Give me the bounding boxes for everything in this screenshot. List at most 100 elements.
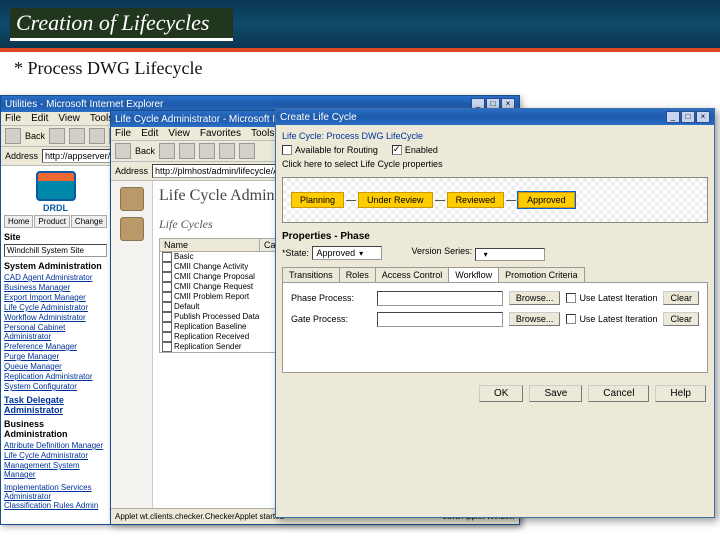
- stage-canvas[interactable]: Planning Under Review Reviewed Approved: [282, 177, 708, 223]
- row-checkbox[interactable]: [162, 312, 172, 322]
- state-dropdown[interactable]: Approved: [312, 246, 382, 260]
- sidebar-link[interactable]: Queue Manager: [4, 362, 107, 371]
- row-checkbox[interactable]: [162, 292, 172, 302]
- sidebar-link[interactable]: Business Manager: [4, 283, 107, 292]
- enabled-checkbox[interactable]: Enabled: [392, 145, 438, 155]
- row-checkbox[interactable]: [162, 342, 172, 352]
- gate-latest-checkbox[interactable]: Use Latest Iteration: [566, 314, 657, 324]
- properties-tabstrip: Transitions Roles Access Control Workflo…: [282, 267, 708, 283]
- sidebar-link[interactable]: System Configurator: [4, 382, 107, 391]
- status-text: Applet wt.clients.checker.CheckerApplet …: [115, 512, 284, 521]
- menu-view[interactable]: View: [58, 113, 80, 124]
- stage-reviewed[interactable]: Reviewed: [447, 192, 505, 208]
- connector-icon: [346, 200, 356, 201]
- dlg-titlebar: Create Life Cycle _ □ ×: [276, 109, 714, 125]
- menu-favorites[interactable]: Favorites: [200, 128, 241, 139]
- menu-tools[interactable]: Tools: [251, 128, 274, 139]
- address-label: Address: [5, 151, 38, 161]
- sidebar-link[interactable]: Personal Cabinet Administrator: [4, 323, 107, 341]
- row-checkbox[interactable]: [162, 332, 172, 342]
- clear-button[interactable]: Clear: [663, 312, 699, 326]
- impl-svc-link[interactable]: Implementation Services Administrator: [4, 483, 107, 501]
- site-value[interactable]: Windchill System Site: [4, 244, 107, 257]
- sidebar-link[interactable]: Management System Manager: [4, 461, 107, 479]
- close-button[interactable]: ×: [696, 111, 710, 123]
- refresh-icon[interactable]: [89, 128, 105, 144]
- row-checkbox[interactable]: [162, 252, 172, 262]
- dialog-footer: OK Save Cancel Help: [276, 379, 714, 408]
- clear-button[interactable]: Clear: [663, 291, 699, 305]
- tab-change[interactable]: Change: [71, 215, 107, 228]
- row-checkbox[interactable]: [162, 322, 172, 332]
- state-label: *State:: [282, 248, 309, 258]
- tab-roles[interactable]: Roles: [339, 267, 376, 282]
- gate-process-label: Gate Process:: [291, 314, 371, 324]
- menu-view[interactable]: View: [168, 128, 190, 139]
- tab-access-control[interactable]: Access Control: [375, 267, 450, 282]
- back-icon[interactable]: [115, 143, 131, 159]
- sidebar-link[interactable]: Purge Manager: [4, 352, 107, 361]
- stage-planning[interactable]: Planning: [291, 192, 344, 208]
- browse-button[interactable]: Browse...: [509, 312, 561, 326]
- back-icon[interactable]: [5, 128, 21, 144]
- menu-file[interactable]: File: [5, 113, 21, 124]
- select-instruction: Click here to select Life Cycle properti…: [282, 159, 708, 169]
- sidebar-link[interactable]: Workflow Administrator: [4, 313, 107, 322]
- ok-button[interactable]: OK: [479, 385, 523, 402]
- stop-icon[interactable]: [69, 128, 85, 144]
- sidebar-link[interactable]: Attribute Definition Manager: [4, 441, 107, 450]
- tab-transitions[interactable]: Transitions: [282, 267, 340, 282]
- lifecycle-path-label: Life Cycle: Process DWG LifeCycle: [282, 131, 708, 141]
- menu-file[interactable]: File: [115, 128, 131, 139]
- drdl-text: DRDL: [4, 203, 107, 213]
- rail-icon[interactable]: [120, 217, 144, 241]
- tab-product[interactable]: Product: [34, 215, 70, 228]
- sidebar-link[interactable]: CAD Agent Administrator: [4, 273, 107, 282]
- lca-icon-rail: [111, 181, 153, 524]
- row-checkbox[interactable]: [162, 302, 172, 312]
- connector-icon: [506, 200, 516, 201]
- col-name[interactable]: Name: [160, 239, 260, 251]
- task-delegate-link[interactable]: Task Delegate Administrator: [4, 395, 107, 415]
- help-button[interactable]: Help: [655, 385, 706, 402]
- tab-workflow[interactable]: Workflow: [448, 267, 499, 282]
- utilities-sidebar: DRDL Home Product Change Site Windchill …: [1, 166, 111, 524]
- sys-admin-head: System Administration: [4, 261, 107, 271]
- forward-icon[interactable]: [49, 128, 65, 144]
- stage-under-review[interactable]: Under Review: [358, 192, 433, 208]
- home-icon[interactable]: [219, 143, 235, 159]
- menu-edit[interactable]: Edit: [141, 128, 158, 139]
- cancel-button[interactable]: Cancel: [588, 385, 649, 402]
- rail-icon[interactable]: [120, 187, 144, 211]
- phase-process-label: Phase Process:: [291, 293, 371, 303]
- sidebar-link[interactable]: Life Cycle Administrator: [4, 451, 107, 460]
- tab-home[interactable]: Home: [4, 215, 33, 228]
- maximize-button[interactable]: □: [681, 111, 695, 123]
- browse-button[interactable]: Browse...: [509, 291, 561, 305]
- properties-heading: Properties - Phase: [282, 231, 708, 242]
- search-icon[interactable]: [239, 143, 255, 159]
- minimize-button[interactable]: _: [666, 111, 680, 123]
- tab-promotion-criteria[interactable]: Promotion Criteria: [498, 267, 585, 282]
- refresh-icon[interactable]: [199, 143, 215, 159]
- stage-approved[interactable]: Approved: [518, 192, 575, 208]
- version-dropdown[interactable]: [475, 248, 545, 261]
- routing-checkbox[interactable]: Available for Routing: [282, 145, 378, 155]
- menu-edit[interactable]: Edit: [31, 113, 48, 124]
- site-label: Site: [4, 232, 107, 242]
- sidebar-link[interactable]: Life Cycle Administrator: [4, 303, 107, 312]
- sidebar-link[interactable]: Export Import Manager: [4, 293, 107, 302]
- create-lifecycle-dialog: Create Life Cycle _ □ × Life Cycle: Proc…: [275, 108, 715, 518]
- stop-icon[interactable]: [179, 143, 195, 159]
- gate-process-input[interactable]: [377, 312, 503, 327]
- save-button[interactable]: Save: [529, 385, 582, 402]
- phase-latest-checkbox[interactable]: Use Latest Iteration: [566, 293, 657, 303]
- row-checkbox[interactable]: [162, 282, 172, 292]
- sidebar-link[interactable]: Replication Administrator: [4, 372, 107, 381]
- sidebar-link[interactable]: Preference Manager: [4, 342, 107, 351]
- forward-icon[interactable]: [159, 143, 175, 159]
- phase-process-input[interactable]: [377, 291, 503, 306]
- row-checkbox[interactable]: [162, 272, 172, 282]
- row-checkbox[interactable]: [162, 262, 172, 272]
- class-rules-link[interactable]: Classification Rules Admin: [4, 501, 107, 510]
